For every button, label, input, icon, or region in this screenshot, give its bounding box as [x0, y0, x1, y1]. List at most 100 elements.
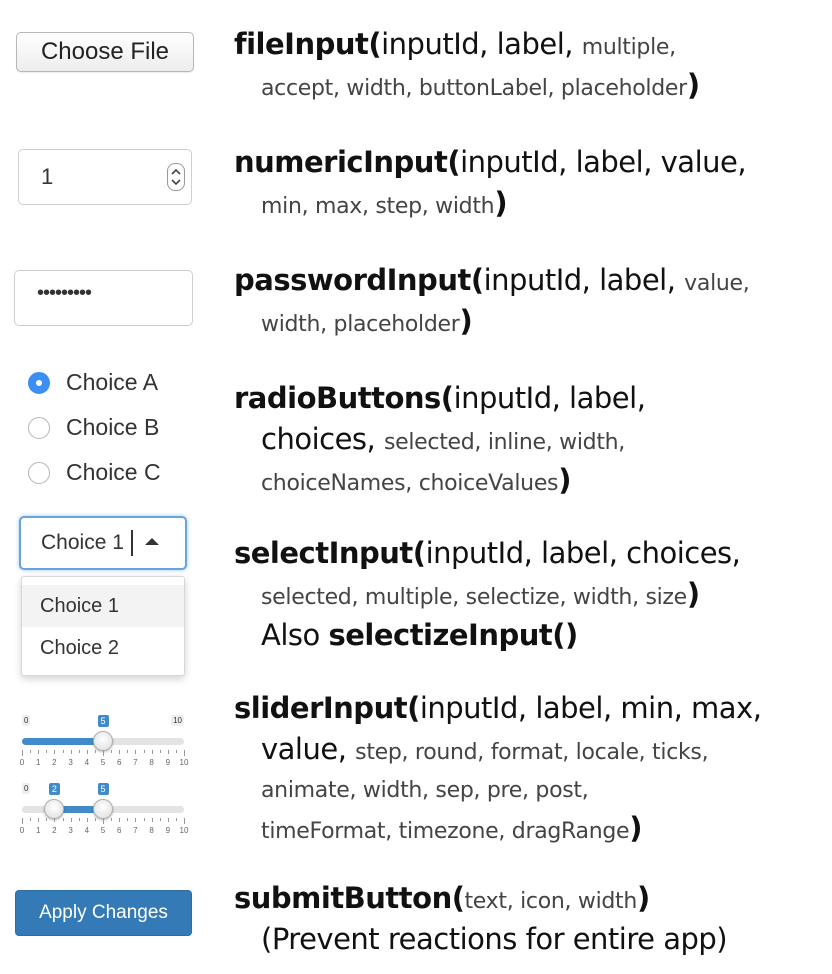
slider-tick	[167, 750, 169, 754]
radio-label: Choice C	[66, 459, 161, 485]
slider-tick	[70, 750, 72, 754]
slider-tick-label: 2	[52, 758, 57, 767]
slider-tick	[103, 818, 104, 824]
slider-tick	[167, 818, 169, 822]
slider-max-label: 10	[171, 715, 184, 726]
apply-changes-button[interactable]: Apply Changes	[15, 890, 192, 936]
required-args: inputId, label,	[483, 263, 685, 297]
optional-args: value,	[684, 271, 750, 296]
optional-args: animate, width, sep, pre, post,	[261, 778, 589, 803]
slider-minor-tick	[46, 750, 48, 753]
slider-tick-label: 10	[179, 758, 189, 767]
slider-tick	[119, 818, 121, 822]
slider-tick-label: 4	[84, 826, 90, 835]
required-args: inputId, label,	[453, 381, 646, 415]
radio-label: Choice B	[66, 414, 160, 440]
optional-args: accept, width, buttonLabel, placeholder	[261, 76, 687, 101]
slider-tick	[119, 750, 121, 754]
slider-minor-tick	[127, 818, 129, 821]
optional-args: timeFormat, timezone, dragRange	[261, 819, 630, 844]
slider-tick	[135, 818, 137, 822]
numericinput-signature: numericInput(inputId, label, value, min,…	[234, 144, 747, 226]
number-spinner[interactable]	[167, 163, 185, 191]
caret-up-icon[interactable]	[145, 538, 159, 545]
optional-args: multiple,	[581, 35, 676, 60]
required-args: value,	[261, 732, 356, 766]
slider-tick	[54, 818, 56, 822]
submit-note: (Prevent reactions for entire app)	[261, 922, 728, 956]
slider-tick-label: 5	[100, 826, 106, 835]
slider-tick	[54, 750, 56, 754]
slider-minor-tick	[46, 818, 48, 821]
slider-handle-from[interactable]	[44, 799, 65, 819]
slider-minor-tick	[143, 818, 145, 821]
slider-handle[interactable]	[93, 731, 113, 751]
slider-tick-label: 10	[179, 826, 189, 835]
slider-to-label: 5	[97, 783, 109, 795]
slider-tick-label: 8	[149, 758, 154, 767]
optional-args: selected, multiple, selectize, width, si…	[261, 585, 687, 610]
slider-minor-tick	[78, 818, 80, 821]
spinner-arrows-icon	[171, 168, 181, 186]
slider-min-label: 0	[22, 715, 31, 726]
select-option-1[interactable]: Choice 1	[22, 585, 184, 627]
slider-range[interactable]: 0 2 5 0 1 2 3 4 5 6 7 8 9 10	[18, 783, 188, 843]
slider-fill	[22, 738, 103, 745]
slider-minor-tick	[78, 750, 80, 753]
required-args: inputId, label, min, max,	[419, 691, 762, 725]
slider-minor-tick	[127, 750, 129, 753]
slider-tick-label: 1	[35, 758, 41, 767]
optional-args: step, round, format, locale, ticks,	[355, 740, 709, 765]
function-name: sliderInput(	[234, 691, 420, 725]
close-paren: )	[629, 811, 643, 845]
slider-minor-tick	[94, 750, 96, 753]
slider-tick	[184, 750, 185, 756]
select-option-2[interactable]: Choice 2	[22, 627, 184, 669]
slider-min-label: 0	[22, 783, 31, 794]
slider-tick-label: 5	[100, 758, 106, 767]
slider-tick-label: 7	[133, 758, 138, 767]
slider-handle-to[interactable]	[93, 799, 113, 819]
required-args: inputId, label, value,	[460, 145, 747, 179]
choose-file-button[interactable]: Choose File	[16, 32, 194, 72]
close-paren: )	[558, 463, 572, 497]
slider-minor-tick	[30, 750, 32, 753]
slider-minor-tick	[159, 818, 161, 821]
slider-tick	[135, 750, 137, 754]
radio-selected-icon[interactable]	[28, 372, 50, 394]
slider-single[interactable]: 0 10 5 0 1 2 3 4 5 6 7 8 9 10	[18, 715, 188, 775]
password-mask: •••••••••	[37, 282, 92, 304]
function-name: fileInput(	[234, 27, 382, 61]
slider-tick-label: 6	[116, 758, 122, 767]
function-name: radioButtons(	[234, 381, 454, 415]
sliderinput-signature: sliderInput(inputId, label, min, max, va…	[234, 690, 762, 851]
slider-tick	[22, 750, 23, 756]
slider-tick	[151, 750, 153, 754]
required-args: choices,	[261, 422, 384, 456]
function-name: passwordInput(	[234, 263, 484, 297]
password-input[interactable]: •••••••••	[14, 270, 193, 326]
submitbutton-signature: submitButton(text, icon, width) (Prevent…	[234, 880, 728, 962]
select-dropdown: Choice 1 Choice 2	[21, 576, 185, 676]
radio-unselected-icon[interactable]	[28, 417, 50, 439]
slider-tick	[151, 818, 153, 822]
slider-minor-tick	[94, 818, 96, 821]
slider-tick-label: 4	[84, 758, 90, 767]
slider-tick-label: 1	[35, 826, 41, 835]
function-name: submitButton(	[234, 881, 465, 915]
slider-minor-tick	[111, 818, 113, 821]
slider-minor-tick	[175, 750, 177, 753]
close-paren: )	[686, 68, 701, 102]
slider-tick	[38, 750, 40, 754]
radio-label: Choice A	[66, 369, 159, 395]
select-input[interactable]: Choice 1	[19, 516, 187, 570]
numeric-input[interactable]: 1	[18, 149, 192, 205]
optional-args: min, max, step, width	[261, 194, 495, 219]
close-paren: )	[686, 577, 701, 611]
slider-tick-label: 0	[19, 826, 25, 835]
function-name: numericInput(	[234, 145, 461, 179]
slider-tick-label: 8	[149, 826, 154, 835]
slider-tick	[86, 818, 88, 822]
slider-tick	[86, 750, 88, 754]
radio-unselected-icon[interactable]	[28, 462, 50, 484]
